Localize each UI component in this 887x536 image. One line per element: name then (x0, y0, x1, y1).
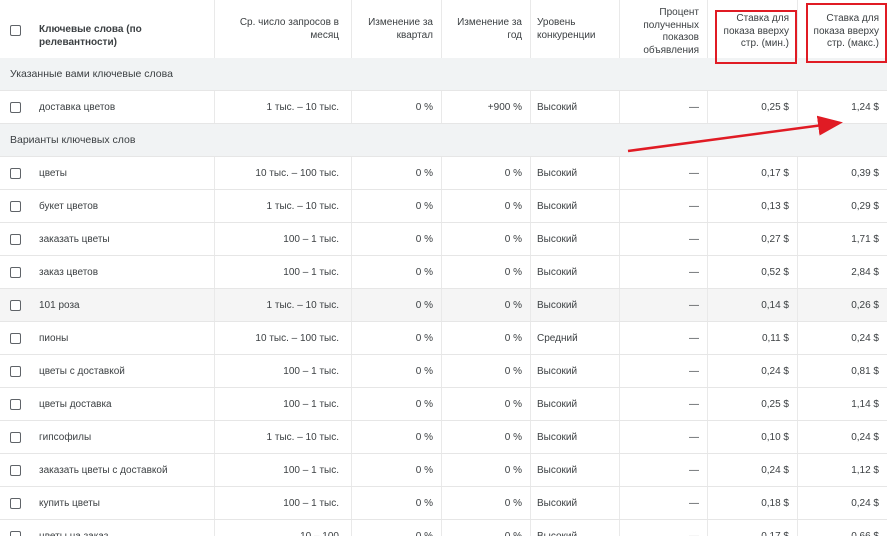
annotation-arrow (627, 115, 843, 153)
keyword-planner-table: Ключевые слова (по релевантности) Ср. чи… (0, 0, 887, 536)
